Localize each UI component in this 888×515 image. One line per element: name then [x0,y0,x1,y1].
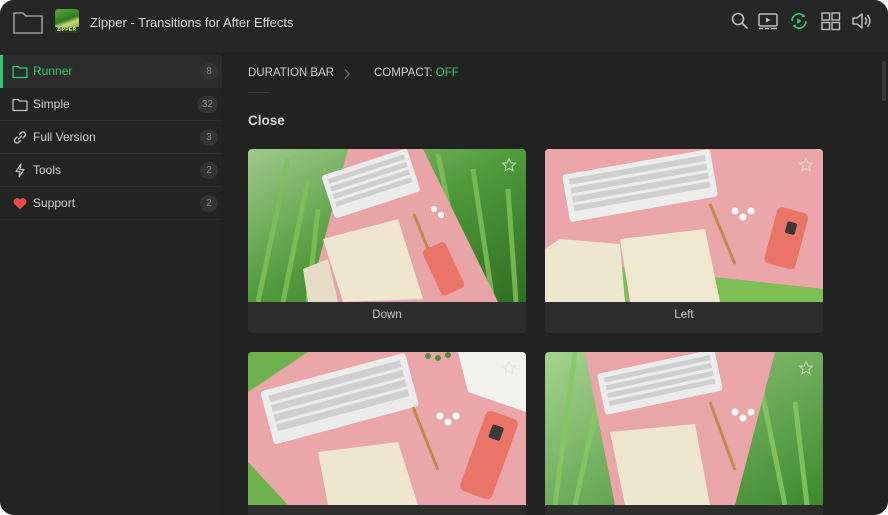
compact-toggle[interactable]: COMPACT: OFF [374,67,459,79]
chevron-right-icon [344,69,350,79]
transition-card-left[interactable]: Left [545,149,823,333]
sidebar-item-label: Simple [33,97,70,111]
preview-thumbnail [545,149,823,302]
card-label: Left [674,309,694,321]
grid-view-icon[interactable] [820,11,842,31]
preview-panel-icon[interactable] [757,11,779,31]
app-logo: ZIPPER [55,9,79,33]
sidebar: Runner 8 Simple 32 Full Version 3 Tools … [0,55,222,515]
sidebar-item-full-version[interactable]: Full Version 3 [0,121,222,154]
title-bar: ZIPPER Zipper - Transitions for After Ef… [0,0,888,54]
transition-card-down[interactable]: Down [248,149,526,333]
sidebar-item-simple[interactable]: Simple 32 [0,88,222,121]
compact-value: OFF [435,67,459,79]
app-title: Zipper - Transitions for After Effects [90,15,294,30]
link-icon [13,131,27,144]
transition-card[interactable] [248,352,526,515]
app-window: ZIPPER Zipper - Transitions for After Ef… [0,0,888,515]
favorite-star-icon[interactable] [501,157,517,173]
scrollbar-thumb[interactable] [882,61,886,101]
sidebar-item-count: 8 [200,63,218,80]
sidebar-item-label: Support [33,196,76,210]
app-logo-text: ZIPPER [57,27,77,33]
duration-bar-toggle[interactable]: DURATION BAR [248,67,334,79]
refresh-play-icon[interactable] [788,11,810,31]
sidebar-item-count: 2 [200,195,218,212]
folder-icon[interactable] [12,9,44,35]
favorite-star-icon[interactable] [798,157,814,173]
transition-card[interactable] [545,352,823,515]
sidebar-item-count: 32 [196,96,218,113]
sidebar-item-label: Tools [33,163,62,177]
search-icon[interactable] [729,11,751,31]
main-content: DURATION BAR COMPACT: OFF Close Down Lef… [223,55,888,515]
sidebar-item-support[interactable]: Support 2 [0,187,222,220]
preview-thumbnail [248,149,526,302]
preview-thumbnail [248,352,526,505]
volume-icon[interactable] [851,11,873,31]
sidebar-item-count: 2 [200,162,218,179]
sidebar-item-label: Runner [33,64,73,78]
folder-icon [12,98,28,112]
lightning-icon [15,163,25,178]
sidebar-item-tools[interactable]: Tools 2 [0,154,222,187]
section-title: Close [248,113,285,128]
sidebar-item-runner[interactable]: Runner 8 [0,55,222,88]
card-label: Down [372,309,402,321]
favorite-star-icon[interactable] [798,360,814,376]
favorite-star-icon[interactable] [501,360,517,376]
compact-label: COMPACT: [374,67,433,79]
sidebar-item-label: Full Version [33,130,96,144]
folder-icon [12,65,28,79]
preview-thumbnail [545,352,823,505]
scrollbar[interactable] [880,55,888,515]
sidebar-item-count: 3 [200,129,218,146]
divider [248,92,270,93]
heart-icon [13,198,27,210]
